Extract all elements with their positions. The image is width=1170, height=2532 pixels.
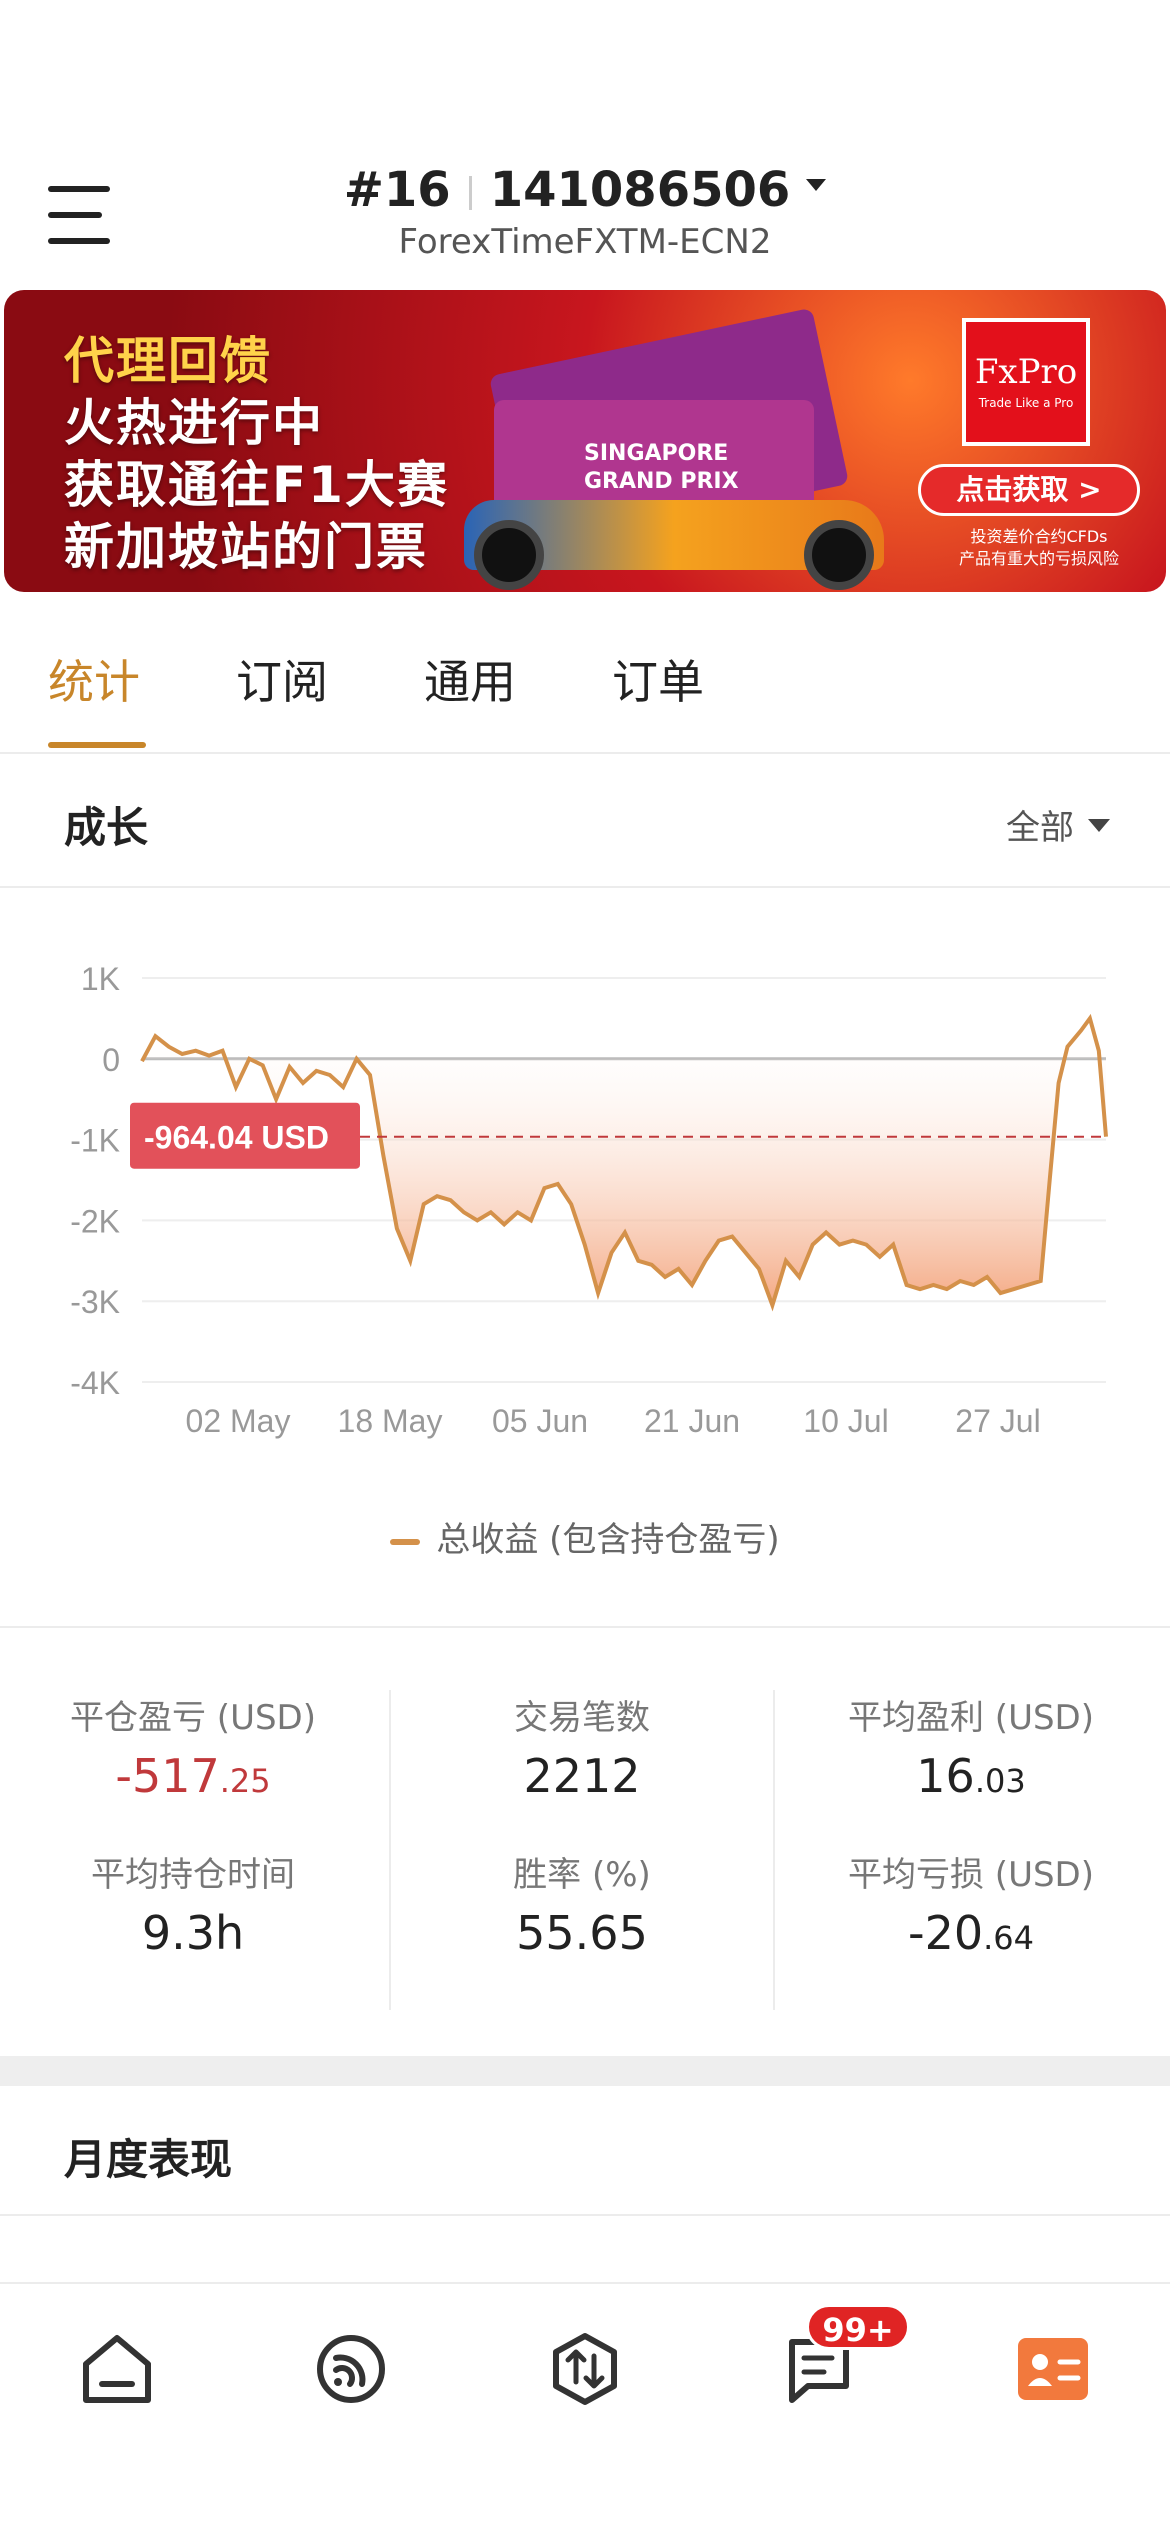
y-tick-label: -4K xyxy=(70,1365,120,1401)
monthly-title: 月度表现 xyxy=(64,2135,233,2184)
stat-value: -20.64 xyxy=(778,1906,1164,1960)
stat-value: 55.65 xyxy=(391,1906,773,1960)
stat-value: 16.03 xyxy=(778,1749,1164,1803)
promo-banner[interactable]: 代理回馈 火热进行中 获取通往F1大赛 新加坡站的门票 SINGAPORE GR… xyxy=(4,290,1166,592)
legend-label: 总收益 (包含持仓盈亏) xyxy=(436,1520,780,1560)
account-id: 141086506 xyxy=(489,162,791,218)
growth-title: 成长 xyxy=(64,803,149,852)
nav-signals[interactable] xyxy=(306,2324,396,2414)
ticket-label: SINGAPORE GRAND PRIX xyxy=(584,440,739,496)
brand-name: FxPro xyxy=(974,352,1078,392)
banner-line-3: 获取通往F1大赛 xyxy=(64,456,449,514)
signal-feed-icon xyxy=(317,2335,385,2403)
stat-int: -517 xyxy=(115,1749,220,1803)
ticket-text-2: GRAND PRIX xyxy=(584,469,739,494)
banner-cta-button[interactable]: 点击获取 > xyxy=(918,464,1140,516)
banner-line-4: 新加坡站的门票 xyxy=(64,518,428,576)
stat-int: 16 xyxy=(916,1749,975,1803)
y-tick-label: -2K xyxy=(70,1203,120,1239)
x-tick-label: 18 May xyxy=(338,1403,443,1439)
range-filter-dropdown[interactable]: 全部 xyxy=(1006,800,1110,849)
banner-line-2: 火热进行中 xyxy=(64,394,324,452)
trade-icon xyxy=(553,2333,617,2405)
banner-headline: 代理回馈 火热进行中 获取通往F1大赛 新加坡站的门票 xyxy=(64,330,449,578)
caret-down-icon xyxy=(1088,819,1110,832)
stat-label: 胜率 (%) xyxy=(513,1855,651,1895)
nav-profile[interactable] xyxy=(1008,2324,1098,2414)
stat-frac: .03 xyxy=(974,1762,1026,1800)
x-tick-label: 21 Jun xyxy=(644,1403,740,1439)
nav-trade[interactable] xyxy=(540,2324,630,2414)
y-tick-label: 1K xyxy=(81,961,120,997)
chart-legend: 总收益 (包含持仓盈亏) xyxy=(0,1512,1170,1561)
section-divider xyxy=(0,2056,1170,2086)
car-wheel-graphic xyxy=(804,520,874,590)
disclaimer-line-2: 产品有重大的亏损风险 xyxy=(958,549,1119,568)
tab-general[interactable]: 通用 xyxy=(424,646,516,712)
bottom-nav: 99+ xyxy=(0,2282,1170,2532)
stats-column: 交易笔数 2212 胜率 (%) 55.65 xyxy=(389,1690,775,2010)
stat-frac: .25 xyxy=(219,1762,271,1800)
stat-label: 平仓盈亏 (USD) xyxy=(70,1698,316,1738)
stat-int: 9.3h xyxy=(141,1906,245,1960)
title-separator xyxy=(468,176,472,210)
stat-label: 平均盈利 (USD) xyxy=(848,1698,1094,1738)
profile-card-icon xyxy=(1018,2338,1088,2400)
stat-int: -20 xyxy=(907,1906,984,1960)
stat-label: 交易笔数 xyxy=(514,1698,650,1738)
stats-panel: 平仓盈亏 (USD) -517.25 平均持仓时间 9.3h 交易笔数 2212… xyxy=(0,1630,1170,2056)
account-number: #16 xyxy=(343,162,451,218)
y-tick-label: 0 xyxy=(102,1042,120,1078)
stat-value: -517.25 xyxy=(0,1749,386,1803)
app-header: #16 141086506 ForexTimeFXTM-ECN2 xyxy=(0,150,1170,280)
home-icon xyxy=(83,2335,151,2403)
disclaimer-line-1: 投资差价合约CFDs xyxy=(970,527,1108,546)
chevron-down-icon xyxy=(806,179,827,191)
car-wheel-graphic xyxy=(474,520,544,590)
stats-column: 平均盈利 (USD) 16.03 平均亏损 (USD) -20.64 xyxy=(778,1690,1164,2010)
current-value-label: -964.04 USD xyxy=(144,1120,329,1156)
stat-value: 2212 xyxy=(391,1749,773,1803)
growth-chart-svg: 1K 0 -1K -2K -3K -4K 02 May 18 May 05 Jun 21 Jun… xyxy=(70,961,1108,1439)
tab-stats[interactable]: 统计 xyxy=(48,646,140,712)
nav-home[interactable] xyxy=(72,2324,162,2414)
ticket-text-1: SINGAPORE xyxy=(584,441,729,466)
x-tick-label: 27 Jul xyxy=(955,1403,1040,1439)
tab-subscribe[interactable]: 订阅 xyxy=(236,646,328,712)
growth-chart[interactable]: 1K 0 -1K -2K -3K -4K 02 May 18 May 05 Jun 21 Jun… xyxy=(0,888,1170,1628)
growth-header: 成长 全部 xyxy=(0,756,1170,888)
brand-logo: FxPro Trade Like a Pro xyxy=(962,318,1090,446)
banner-line-1: 代理回馈 xyxy=(64,332,272,390)
monthly-performance-header[interactable]: 月度表现 xyxy=(0,2086,1170,2216)
y-tick-label: -1K xyxy=(70,1123,120,1159)
server-name: ForexTimeFXTM-ECN2 xyxy=(398,222,772,262)
stat-frac: .64 xyxy=(983,1919,1035,1957)
account-selector[interactable]: #16 141086506 xyxy=(0,162,1170,218)
active-tab-indicator xyxy=(48,742,146,748)
x-tick-label: 02 May xyxy=(186,1403,291,1439)
range-filter-label: 全部 xyxy=(1006,808,1074,848)
stat-int: 55.65 xyxy=(516,1906,648,1960)
stat-label: 平均持仓时间 xyxy=(91,1855,295,1895)
stats-column: 平仓盈亏 (USD) -517.25 平均持仓时间 9.3h xyxy=(0,1690,386,2010)
legend-swatch xyxy=(390,1538,421,1545)
banner-disclaimer: 投资差价合约CFDs 产品有重大的亏损风险 xyxy=(934,526,1144,570)
x-tick-label: 05 Jun xyxy=(492,1403,588,1439)
stat-value: 9.3h xyxy=(0,1906,386,1960)
y-tick-label: -3K xyxy=(70,1284,120,1320)
brand-tagline: Trade Like a Pro xyxy=(978,396,1074,410)
stat-int: 2212 xyxy=(523,1749,641,1803)
unread-badge: 99+ xyxy=(806,2304,910,2350)
tab-bar: 统计 订阅 通用 订单 xyxy=(0,600,1170,754)
tab-orders[interactable]: 订单 xyxy=(612,646,704,712)
stat-label: 平均亏损 (USD) xyxy=(848,1855,1094,1895)
x-tick-label: 10 Jul xyxy=(803,1403,888,1439)
